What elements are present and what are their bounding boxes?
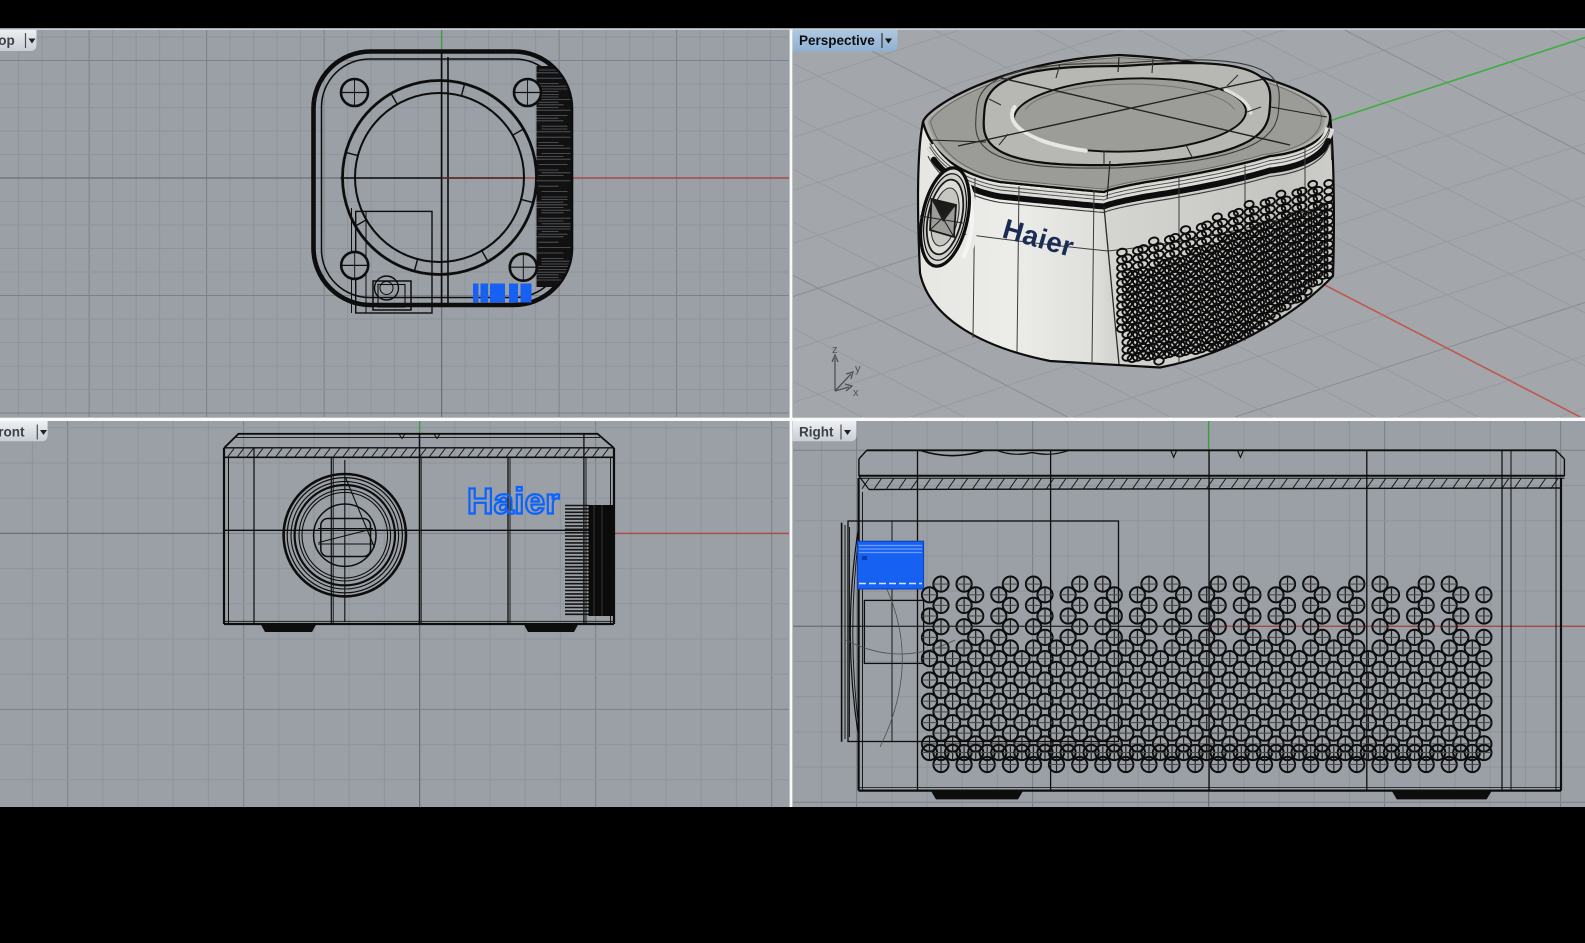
svg-text:Haier: Haier <box>467 481 560 522</box>
svg-text:Front: Front <box>0 425 25 440</box>
svg-text:Perspective: Perspective <box>799 33 875 48</box>
svg-text:Top: Top <box>0 33 15 48</box>
svg-text:Right: Right <box>799 425 834 440</box>
svg-text:y: y <box>855 363 861 375</box>
svg-text:x: x <box>853 387 859 399</box>
svg-text:z: z <box>832 344 838 356</box>
